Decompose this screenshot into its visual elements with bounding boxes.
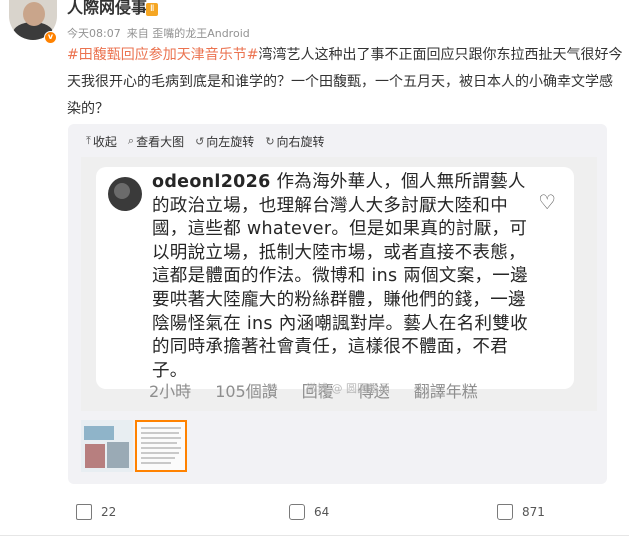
post-source: 来自 歪嘴的龙王Android <box>126 27 250 40</box>
rotate-right-label: 向右旋转 <box>276 134 325 149</box>
collapse-label: 收起 <box>92 134 117 149</box>
commenter-text: odeonl2026 作為海外華人，個人無所謂藝人的政治立場，也理解台灣人大多討… <box>152 171 542 383</box>
level-badge[interactable]: Ⅱ <box>146 3 159 16</box>
comment-translate: 翻譯年糕 <box>413 382 478 401</box>
post-image[interactable]: odeonl2026 作為海外華人，個人無所謂藝人的政治立場，也理解台灣人大多討… <box>81 157 597 411</box>
commenter-avatar <box>108 177 142 211</box>
post-time[interactable]: 今天08:07 <box>67 27 121 40</box>
screenshot-comment-card: odeonl2026 作為海外華人，個人無所謂藝人的政治立場，也理解台灣人大多討… <box>96 167 574 389</box>
post-actions: 22 64 871 <box>0 499 629 529</box>
heart-icon: ♡ <box>538 190 556 214</box>
post-meta: 今天08:07 来自 歪嘴的龙王Android <box>67 25 250 41</box>
thumbnail-1[interactable] <box>81 420 133 472</box>
media-toolbar: ⤒ 收起 ⌕ 查看大图 ↺ 向左旋转 ↻ 向右旋转 <box>86 132 336 150</box>
view-large-label: 查看大图 <box>136 134 185 149</box>
comment-button[interactable]: 64 <box>289 504 329 520</box>
comment-icon <box>289 504 305 520</box>
media-card: ⤒ 收起 ⌕ 查看大图 ↺ 向左旋转 ↻ 向右旋转 odeonl2026 作為海… <box>68 124 607 484</box>
thumbnail-strip <box>81 420 189 472</box>
rotate-left-icon: ↺ <box>195 134 205 148</box>
commenter-comment: 作為海外華人，個人無所謂藝人的政治立場，也理解台灣人大多討厭大陸和中國，這些都 … <box>152 172 528 381</box>
comment-count: 64 <box>314 505 330 519</box>
thumbnail-2-selected[interactable] <box>135 420 187 472</box>
collapse-button[interactable]: ⤒ 收起 <box>86 132 117 150</box>
rotate-right-button[interactable]: ↻ 向右旋转 <box>265 132 324 150</box>
zoom-icon: ⌕ <box>127 134 135 147</box>
comment-time-ago: 2小時 <box>149 382 192 401</box>
commenter-username: odeonl2026 <box>152 172 271 192</box>
post-text: #田馥甄回应参加天津音乐节#湾湾艺人这种出了事不正面回应只跟你东拉西扯天气很好今… <box>67 42 623 123</box>
verified-badge-icon: v <box>44 31 57 44</box>
view-large-button[interactable]: ⌕ 查看大图 <box>128 132 184 150</box>
share-icon <box>76 504 92 520</box>
share-count: 22 <box>101 505 117 519</box>
rotate-left-button[interactable]: ↺ 向左旋转 <box>195 132 254 150</box>
username[interactable]: 人際网侵事 <box>67 0 147 18</box>
like-button[interactable]: 871 <box>497 504 545 520</box>
collapse-icon: ⤒ <box>86 134 91 147</box>
like-count: 871 <box>522 505 545 519</box>
rotate-left-label: 向左旋转 <box>206 134 255 149</box>
divider <box>0 535 629 536</box>
avatar-face <box>23 2 45 26</box>
image-watermark: 微博 @ 圆圆墨画 <box>306 382 390 395</box>
thumbs-up-icon <box>497 504 513 520</box>
share-button[interactable]: 22 <box>76 504 116 520</box>
rotate-right-icon: ↻ <box>265 134 275 148</box>
comment-likes: 105個讚 <box>215 382 278 401</box>
hashtag-link[interactable]: #田馥甄回应参加天津音乐节# <box>67 47 258 63</box>
